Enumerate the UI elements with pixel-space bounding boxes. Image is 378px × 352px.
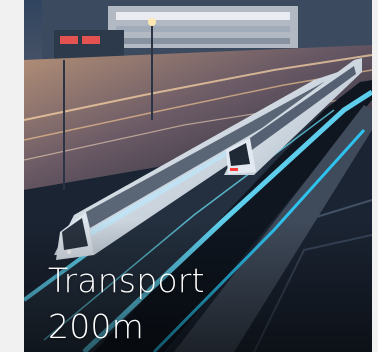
transport-tile[interactable]: Transport 200m [24, 0, 372, 352]
tile-caption: Transport 200m [48, 258, 205, 350]
tile-title: Transport [48, 261, 205, 300]
page: Transport 200m [0, 0, 378, 352]
tile-distance: 200m [48, 307, 144, 346]
